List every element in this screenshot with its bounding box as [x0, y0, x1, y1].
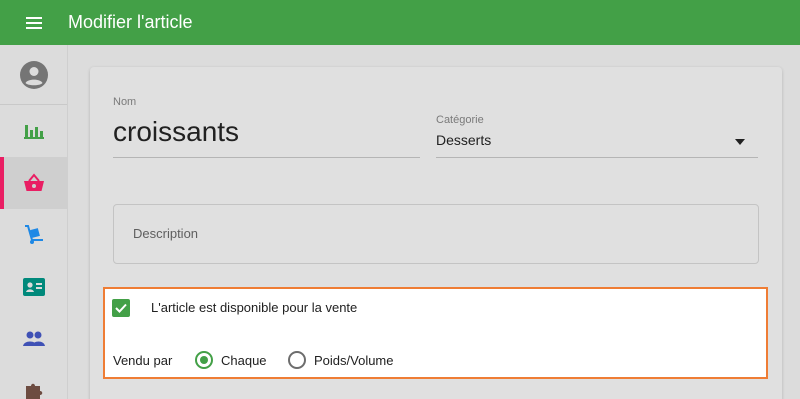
category-select[interactable]: Desserts	[436, 132, 491, 148]
menu-button[interactable]	[0, 0, 68, 45]
name-underline	[113, 157, 420, 158]
app-bar: Modifier l'article	[0, 0, 800, 45]
radio-each-label[interactable]: Chaque	[221, 353, 267, 368]
sidebar-item-account[interactable]	[0, 45, 67, 105]
puzzle-icon	[25, 383, 42, 399]
hamburger-menu-icon	[26, 16, 42, 29]
category-underline	[436, 157, 758, 158]
sidebar-item-employees[interactable]	[0, 261, 67, 313]
sidebar	[0, 45, 68, 399]
hand-truck-icon	[24, 225, 43, 244]
sold-by-label: Vendu par	[113, 353, 173, 368]
checkmark-icon	[115, 303, 127, 313]
sidebar-item-items[interactable]	[0, 157, 67, 209]
account-circle-icon	[19, 60, 48, 89]
contact-card-icon	[22, 278, 45, 296]
description-field[interactable]	[113, 204, 759, 264]
sidebar-item-inventory[interactable]	[0, 209, 67, 261]
people-icon	[22, 331, 45, 346]
radio-weight-volume-label[interactable]: Poids/Volume	[314, 353, 394, 368]
category-label: Catégorie	[436, 114, 484, 126]
radio-weight-volume[interactable]	[288, 351, 306, 369]
shopping-basket-icon	[23, 173, 44, 191]
available-checkbox[interactable]	[112, 299, 130, 317]
bar-chart-icon	[23, 125, 44, 139]
description-placeholder: Description	[133, 226, 199, 241]
name-label: Nom	[113, 96, 137, 108]
radio-each[interactable]	[195, 351, 213, 369]
sidebar-item-customers[interactable]	[0, 313, 67, 365]
name-input[interactable]: croissants	[113, 116, 239, 148]
page-title: Modifier l'article	[68, 12, 193, 32]
sidebar-item-integrations[interactable]	[0, 365, 67, 399]
dropdown-caret-icon[interactable]	[734, 139, 746, 145]
available-label: L'article est disponible pour la vente	[151, 300, 358, 315]
sidebar-item-reports[interactable]	[0, 105, 67, 157]
